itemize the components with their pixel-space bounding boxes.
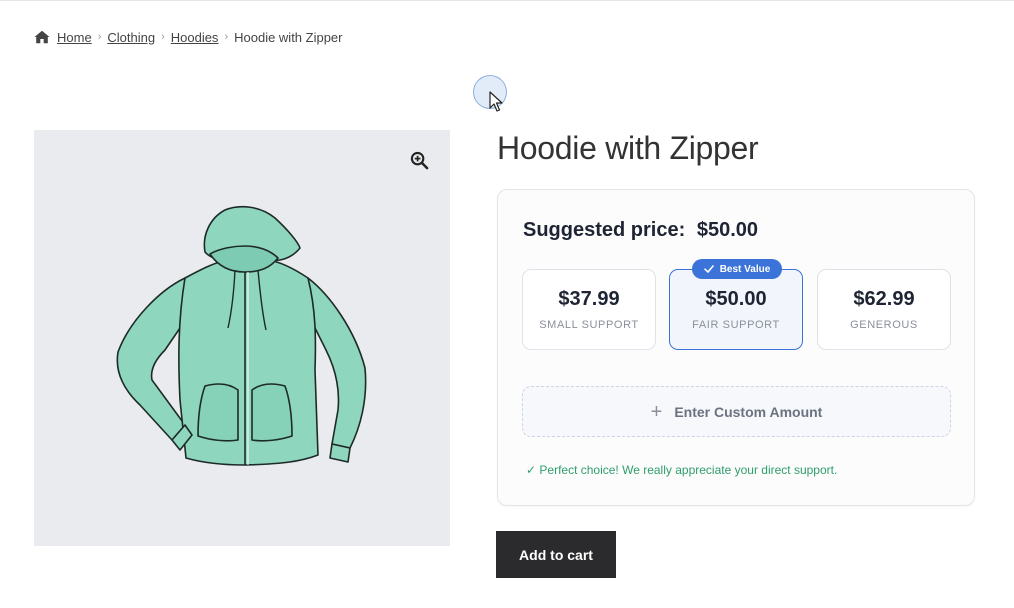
home-icon[interactable] xyxy=(34,30,50,44)
best-value-badge: Best Value xyxy=(692,259,782,279)
chevron-right-icon: › xyxy=(97,31,102,43)
breadcrumb: Home › Clothing › Hoodies › Hoodie with … xyxy=(34,27,343,47)
hoodie-illustration xyxy=(116,205,367,466)
breadcrumb-clothing[interactable]: Clothing xyxy=(107,30,155,45)
breadcrumb-hoodies[interactable]: Hoodies xyxy=(171,30,219,45)
price-option-fair-support[interactable]: $50.00 FAIR SUPPORT xyxy=(669,269,803,350)
magnifier-zoom-icon[interactable] xyxy=(410,151,429,170)
breadcrumb-home[interactable]: Home xyxy=(57,30,92,45)
price-option-small-support[interactable]: $37.99 SMALL SUPPORT xyxy=(522,269,656,350)
price-option-label: SMALL SUPPORT xyxy=(539,319,639,331)
price-option-label: GENEROUS xyxy=(850,319,918,331)
pricing-card: Suggested price: $50.00 $37.99 SMALL SUP… xyxy=(497,189,975,506)
plus-icon: + xyxy=(650,400,663,423)
price-option-label: FAIR SUPPORT xyxy=(692,319,780,331)
mouse-pointer-icon xyxy=(489,91,503,112)
checkmark-icon xyxy=(703,265,714,273)
price-option-amount: $37.99 xyxy=(558,288,620,310)
product-title: Hoodie with Zipper xyxy=(497,130,759,166)
suggested-price-label: Suggested price: xyxy=(523,219,686,241)
breadcrumb-current: Hoodie with Zipper xyxy=(234,29,343,45)
top-divider xyxy=(0,0,1014,1)
support-message: ✓ Perfect choice! We really appreciate y… xyxy=(526,463,838,477)
chevron-right-icon: › xyxy=(224,31,229,43)
custom-amount-label: Enter Custom Amount xyxy=(674,403,823,420)
suggested-price-value: $50.00 xyxy=(696,219,758,241)
suggested-price: Suggested price: $50.00 xyxy=(523,219,758,242)
best-value-badge-label: Best Value xyxy=(719,263,771,275)
price-option-amount: $62.99 xyxy=(853,288,915,310)
price-option-amount: $50.00 xyxy=(705,288,767,310)
custom-amount-button[interactable]: + Enter Custom Amount xyxy=(522,386,951,437)
price-option-generous[interactable]: $62.99 GENEROUS xyxy=(817,269,951,350)
chevron-right-icon: › xyxy=(161,31,165,43)
add-to-cart-button[interactable]: Add to cart xyxy=(496,531,616,578)
